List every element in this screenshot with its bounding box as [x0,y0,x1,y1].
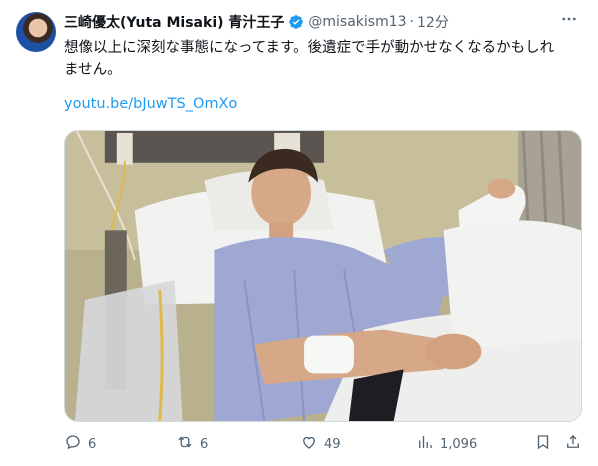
separator-dot: · [409,14,414,30]
tweet-link[interactable]: youtu.be/bJuwTS_OmXo [64,96,237,112]
tweet-media-photo[interactable] [64,130,582,422]
handle[interactable]: @misakism13 [308,14,406,30]
like-count: 49 [324,436,341,452]
bookmark-button[interactable] [534,433,552,455]
views-icon [416,433,434,455]
retweet-count: 6 [200,436,209,452]
heart-icon [300,433,318,455]
share-button[interactable] [564,433,582,455]
retweet-icon [176,433,194,455]
tweet-text: 想像以上に深刻な事態になってます。後遺症で手が動かせなくなるかもしれ ません。 [64,40,555,78]
reply-icon [64,433,82,455]
display-name[interactable]: 三崎優太(Yuta Misaki) 青汁王子 [64,12,284,32]
bookmark-icon [534,433,552,455]
reply-count: 6 [88,436,97,452]
avatar[interactable] [16,12,56,52]
verified-badge-icon [288,14,304,30]
share-icon [564,433,582,455]
action-bar: 6 6 49 1,096 [64,433,584,455]
retweet-button[interactable]: 6 [176,433,208,455]
tweet-header: 三崎優太(Yuta Misaki) 青汁王子 @misakism13 · 12分 [64,12,449,32]
view-count: 1,096 [440,436,478,452]
reply-button[interactable]: 6 [64,433,96,455]
more-icon[interactable] [558,8,580,30]
views-button[interactable]: 1,096 [416,433,477,455]
timestamp[interactable]: 12分 [417,12,449,32]
like-button[interactable]: 49 [300,433,341,455]
